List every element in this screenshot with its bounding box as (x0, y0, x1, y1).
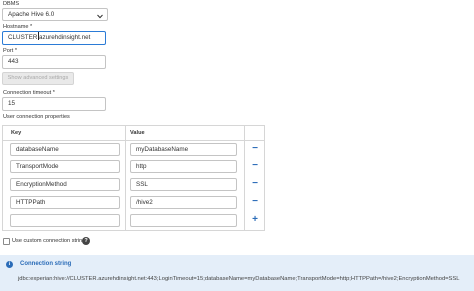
dbms-select[interactable]: Apache Hive 6.0 (2, 8, 108, 21)
info-icon: i (6, 261, 13, 268)
hostname-value-part2: azurehdinsight.net (38, 34, 91, 41)
connection-string-value: jdbc:experian:hive://CLUSTER.azurehdinsi… (18, 276, 460, 282)
chevron-down-icon (97, 12, 103, 20)
user-properties-label: User connection properties (3, 114, 70, 120)
property-key-input[interactable]: HTTPPath (10, 196, 120, 209)
connection-string-title: Connection string (20, 261, 72, 267)
property-value-input[interactable]: http (130, 160, 237, 173)
remove-row-button[interactable]: − (248, 159, 262, 173)
hostname-label: Hostname * (3, 24, 33, 30)
property-value-input[interactable]: SSL (130, 178, 237, 191)
column-header-value: Value (130, 130, 145, 136)
property-value-input[interactable] (130, 214, 237, 227)
port-label: Port * (3, 48, 17, 54)
property-key-input[interactable]: databaseName (10, 143, 120, 156)
property-key-input[interactable] (10, 214, 120, 227)
connection-timeout-label: Connection timeout * (3, 90, 55, 96)
property-key-input[interactable]: EncryptionMethod (10, 178, 120, 191)
custom-connection-checkbox[interactable] (3, 238, 10, 245)
property-key-input[interactable]: TransportMode (10, 160, 120, 173)
help-icon[interactable]: ? (82, 237, 90, 245)
hostname-value-part1: CLUSTER (8, 34, 38, 41)
show-advanced-settings-button[interactable]: Show advanced settings (2, 72, 74, 85)
column-header-key: Key (11, 130, 22, 136)
user-properties-table: Key Value databaseName myDatabaseName − … (2, 125, 265, 231)
remove-row-button[interactable]: − (248, 177, 262, 191)
hostname-input[interactable]: CLUSTER azurehdinsight.net (2, 31, 106, 45)
column-divider (125, 126, 126, 230)
custom-connection-label[interactable]: Use custom connection string (12, 238, 85, 244)
property-value-input[interactable]: /hive2 (130, 196, 237, 209)
connection-timeout-input[interactable]: 15 (2, 97, 106, 111)
property-value-input[interactable]: myDatabaseName (130, 143, 237, 156)
dbms-label: DBMS (3, 1, 20, 7)
add-row-button[interactable]: + (248, 213, 262, 227)
header-divider (3, 140, 264, 141)
remove-row-button[interactable]: − (248, 195, 262, 209)
connection-string-panel: i Connection string jdbc:experian:hive:/… (0, 255, 474, 291)
dbms-selected-value: Apache Hive 6.0 (8, 11, 55, 18)
remove-row-button[interactable]: − (248, 142, 262, 156)
column-divider (244, 126, 245, 230)
port-input[interactable]: 443 (2, 55, 106, 69)
